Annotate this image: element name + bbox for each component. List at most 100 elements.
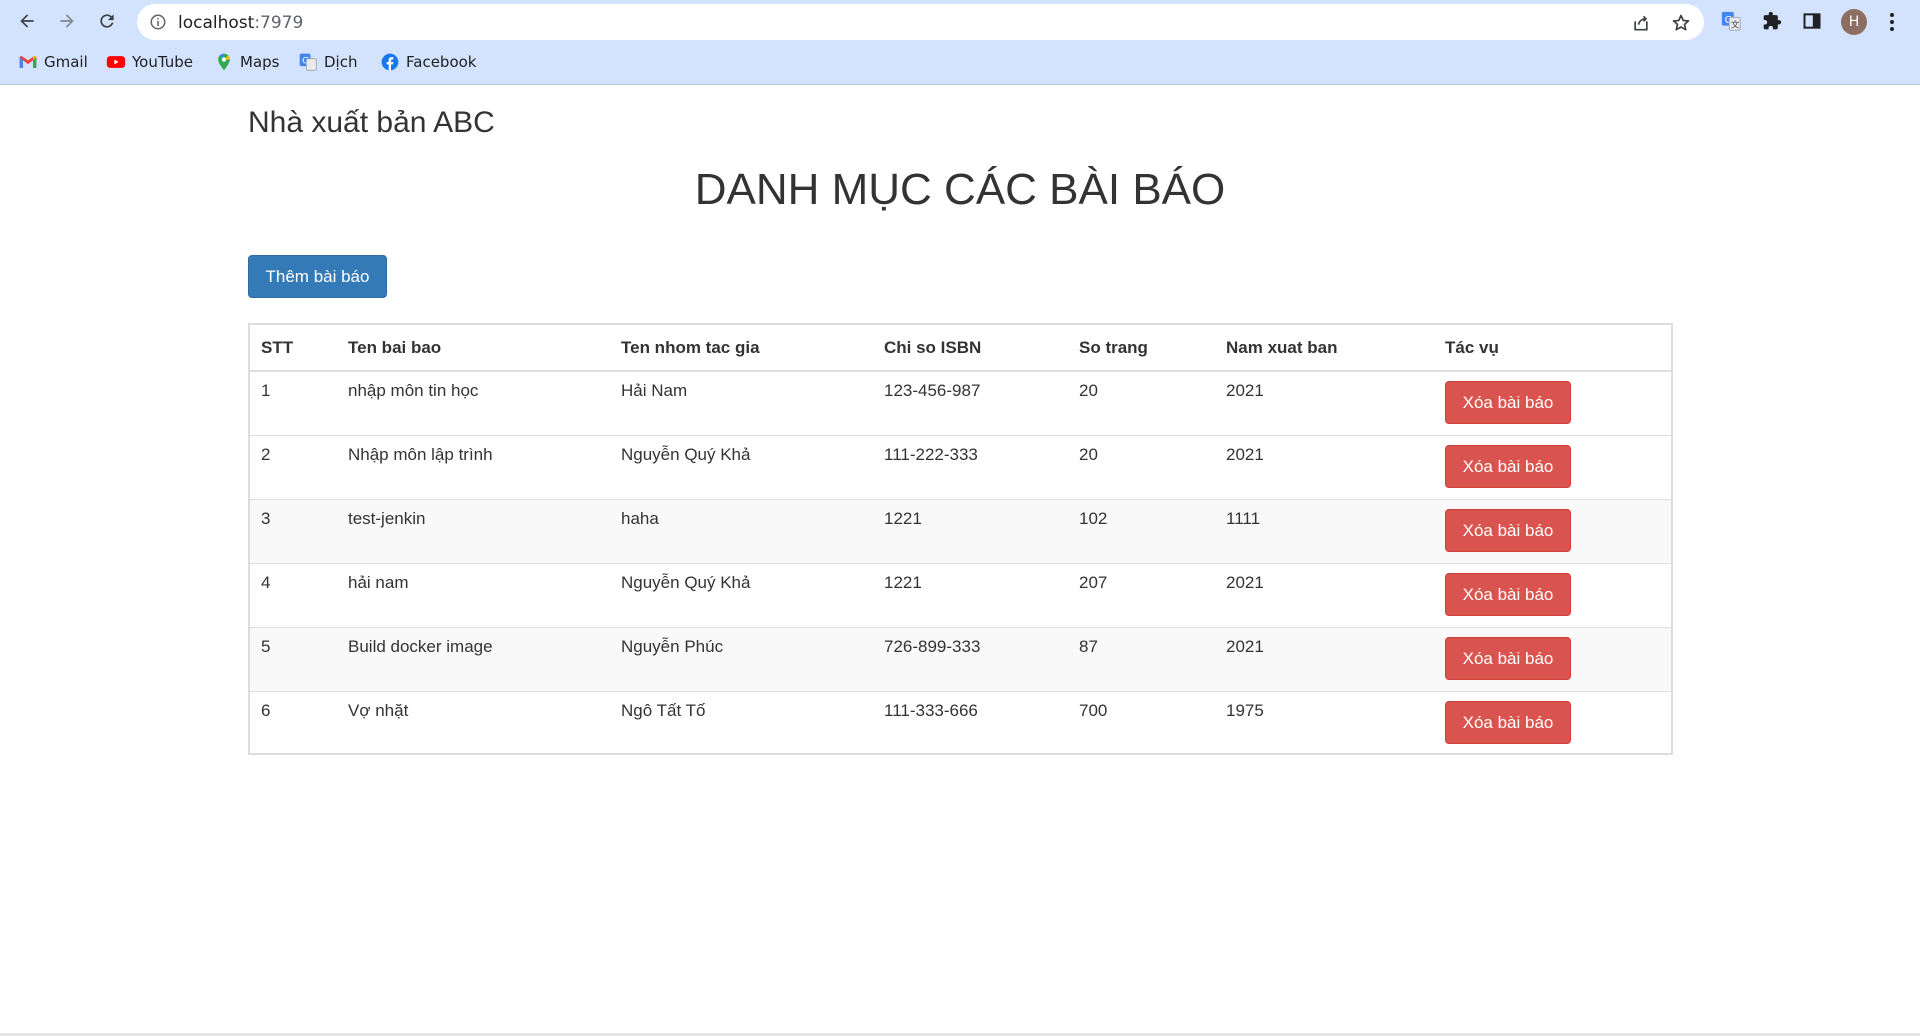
cell-isbn: 123-456-987 [873, 370, 1068, 436]
column-header-isbn: Chi so ISBN [873, 325, 1068, 372]
url-text[interactable]: localhost:7979 [178, 13, 303, 33]
delete-article-button[interactable]: Xóa bài báo [1445, 381, 1571, 424]
url-host: localhost [178, 13, 255, 33]
cell-isbn: 726-899-333 [873, 627, 1068, 692]
cell-isbn: 111-333-666 [873, 691, 1068, 756]
site-info-icon[interactable] [149, 13, 167, 31]
column-header-stt: STT [250, 325, 337, 372]
cell-authors: Nguyễn Quý Khả [610, 435, 873, 500]
table-row: 4 hải nam Nguyễn Quý Khả 1221 207 2021 Xóa bài… [250, 563, 1671, 628]
maps-icon [218, 53, 230, 71]
page-title: DANH MỤC CÁC BÀI BÁO [694, 165, 1226, 214]
column-header-year: Nam xuat ban [1215, 325, 1434, 372]
share-icon[interactable] [1631, 13, 1651, 33]
cell-authors: Nguyễn Phúc [610, 627, 873, 692]
gmail-icon [19, 55, 37, 68]
cell-actions: Xóa bài báo [1434, 435, 1671, 500]
cell-title: Vợ nhặt [337, 691, 610, 756]
cell-year: 2021 [1215, 627, 1434, 692]
add-article-button[interactable]: Thêm bài báo [248, 255, 387, 298]
reload-button[interactable] [92, 6, 122, 36]
cell-actions: Xóa bài báo [1434, 691, 1671, 756]
bookmark-facebook[interactable]: Facebook [380, 50, 476, 74]
cell-isbn: 1221 [873, 563, 1068, 628]
cell-stt: 5 [250, 627, 337, 692]
articles-table: STT Ten bai bao Ten nhom tac gia Chi so … [248, 323, 1673, 756]
bookmark-label: YouTube [132, 53, 193, 71]
column-header-title: Ten bai bao [337, 325, 610, 372]
cell-title: Nhập môn lập trình [337, 435, 610, 500]
cell-year: 1111 [1215, 499, 1434, 564]
column-header-actions: Tác vụ [1434, 325, 1671, 372]
actions-container: Xóa bài báo [1445, 500, 1671, 563]
cell-actions: Xóa bài báo [1434, 563, 1671, 628]
actions-container: Xóa bài báo [1445, 564, 1671, 627]
bookmark-label: Dịch [324, 53, 358, 71]
cell-year: 2021 [1215, 435, 1434, 500]
reload-icon [100, 14, 114, 28]
delete-article-button[interactable]: Xóa bài báo [1445, 445, 1571, 488]
cell-stt: 3 [250, 499, 337, 564]
cell-year: 2021 [1215, 370, 1434, 436]
profile-avatar[interactable]: H [1841, 9, 1867, 35]
table-row: 1 nhập môn tin học Hải Nam 123-456-987 20 202… [250, 370, 1671, 436]
cell-pages: 700 [1068, 691, 1215, 756]
cell-isbn: 1221 [873, 499, 1068, 564]
forward-button[interactable] [52, 6, 82, 36]
cell-title: nhập môn tin học [337, 370, 610, 436]
table-body: 1 nhập môn tin học Hải Nam 123-456-987 20 202… [250, 370, 1671, 756]
delete-article-button[interactable]: Xóa bài báo [1445, 701, 1571, 744]
browser-toolbar: localhost:7979 G文 H [0, 0, 1920, 44]
browser-chrome: localhost:7979 G文 H Gmail YouTube Maps G… [0, 0, 1920, 85]
bookmark-label: Maps [240, 53, 280, 71]
cell-title: Build docker image [337, 627, 610, 692]
translate-icon: G [299, 53, 317, 71]
puzzle-icon[interactable] [1761, 10, 1783, 32]
star-icon[interactable] [1671, 13, 1691, 33]
cell-authors: haha [610, 499, 873, 564]
cell-stt: 1 [250, 370, 337, 436]
translate-extension-icon[interactable]: G文 [1720, 10, 1742, 32]
cell-pages: 207 [1068, 563, 1215, 628]
column-header-pages: So trang [1068, 325, 1215, 372]
back-button[interactable] [12, 6, 42, 36]
url-port: :7979 [254, 13, 304, 33]
actions-container: Xóa bài báo [1445, 628, 1671, 691]
more-menu-icon[interactable] [1884, 10, 1900, 34]
actions-container: Xóa bài báo [1445, 692, 1671, 755]
cell-stt: 6 [250, 691, 337, 756]
cell-isbn: 111-222-333 [873, 435, 1068, 500]
address-bar[interactable]: localhost:7979 [137, 4, 1704, 40]
cell-stt: 4 [250, 563, 337, 628]
bookmark-youtube[interactable]: YouTube [106, 50, 193, 74]
navbar-brand[interactable]: Nhà xuất bản ABC [248, 106, 495, 140]
cell-pages: 102 [1068, 499, 1215, 564]
table-row: 2 Nhập môn lập trình Nguyễn Quý Khả 111-222… [250, 435, 1671, 500]
delete-article-button[interactable]: Xóa bài báo [1445, 573, 1571, 616]
cell-actions: Xóa bài báo [1434, 370, 1671, 436]
facebook-icon [381, 53, 399, 71]
bookmark-maps[interactable]: Maps [214, 50, 279, 74]
bookmark-label: Gmail [44, 53, 88, 71]
cell-year: 2021 [1215, 563, 1434, 628]
cell-year: 1975 [1215, 691, 1434, 756]
actions-container: Xóa bài báo [1445, 372, 1671, 435]
cell-actions: Xóa bài báo [1434, 627, 1671, 692]
bookmark-gmail[interactable]: Gmail [18, 50, 88, 74]
table-row: 6 Vợ nhặt Ngô Tất Tố 111-333-666 700 1975 Xóa … [250, 691, 1671, 756]
svg-text:文: 文 [1731, 19, 1739, 29]
cell-actions: Xóa bài báo [1434, 499, 1671, 564]
actions-container: Xóa bài báo [1445, 436, 1671, 499]
cell-pages: 20 [1068, 370, 1215, 436]
cell-title: hải nam [337, 563, 610, 628]
arrow-left-icon [20, 14, 34, 28]
side-panel-icon[interactable] [1801, 10, 1823, 32]
delete-article-button[interactable]: Xóa bài báo [1445, 509, 1571, 552]
arrow-right-icon [60, 14, 74, 28]
table-header: STT Ten bai bao Ten nhom tac gia Chi so … [250, 325, 1671, 372]
bookmark-translate[interactable]: G Dịch [298, 50, 357, 74]
cell-stt: 2 [250, 435, 337, 500]
column-header-authors: Ten nhom tac gia [610, 325, 873, 372]
youtube-icon [106, 56, 126, 68]
delete-article-button[interactable]: Xóa bài báo [1445, 637, 1571, 680]
